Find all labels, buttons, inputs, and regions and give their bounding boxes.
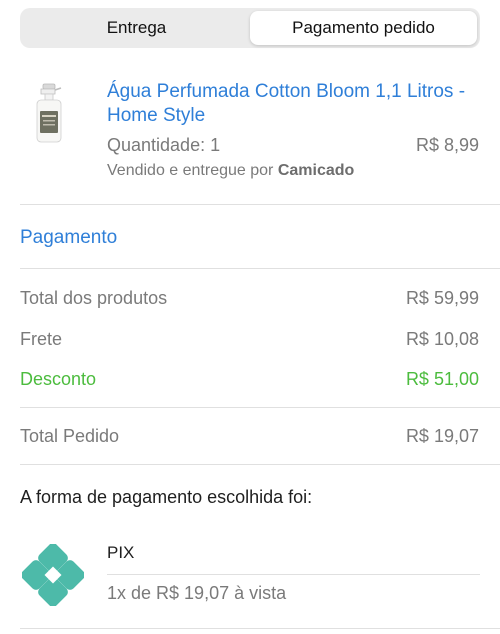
payment-method-heading: A forma de pagamento escolhida foi: bbox=[20, 487, 313, 507]
discount-label: Desconto bbox=[20, 369, 97, 389]
pix-icon bbox=[22, 544, 84, 606]
divider bbox=[20, 268, 500, 269]
discount-value: R$ 51,00 bbox=[405, 369, 479, 389]
tab-pagamento-pedido[interactable]: Pagamento pedido bbox=[250, 11, 477, 45]
payment-section-title: Pagamento bbox=[20, 227, 118, 248]
seller-name: Camicado bbox=[277, 162, 355, 179]
product-name-link[interactable]: Água Perfumada Cotton Bloom 1,1 Litros -… bbox=[107, 80, 482, 128]
product-quantity: Quantidade: 1 bbox=[107, 135, 221, 155]
payment-method-name: PIX bbox=[107, 543, 135, 562]
perfume-spray-bottle-icon bbox=[36, 83, 62, 143]
shipping-label: Frete bbox=[20, 329, 63, 349]
product-price: R$ 8,99 bbox=[415, 135, 479, 155]
divider bbox=[20, 464, 500, 465]
payment-installments: 1x de R$ 19,07 à vista bbox=[107, 583, 287, 603]
divider bbox=[20, 407, 500, 408]
product-seller: Vendido e entregue por Camicado bbox=[107, 162, 354, 180]
order-total-label: Total Pedido bbox=[20, 426, 120, 446]
divider bbox=[107, 574, 480, 575]
order-total-value: R$ 19,07 bbox=[405, 426, 479, 446]
divider bbox=[20, 204, 500, 205]
tab-switcher: Entrega Pagamento pedido bbox=[20, 8, 480, 48]
subtotal-label: Total dos produtos bbox=[20, 288, 168, 308]
shipping-value: R$ 10,08 bbox=[405, 329, 479, 349]
divider bbox=[20, 628, 500, 629]
seller-prefix: Vendido e entregue por bbox=[107, 162, 274, 179]
tab-entrega[interactable]: Entrega bbox=[23, 11, 250, 45]
subtotal-value: R$ 59,99 bbox=[405, 288, 479, 308]
